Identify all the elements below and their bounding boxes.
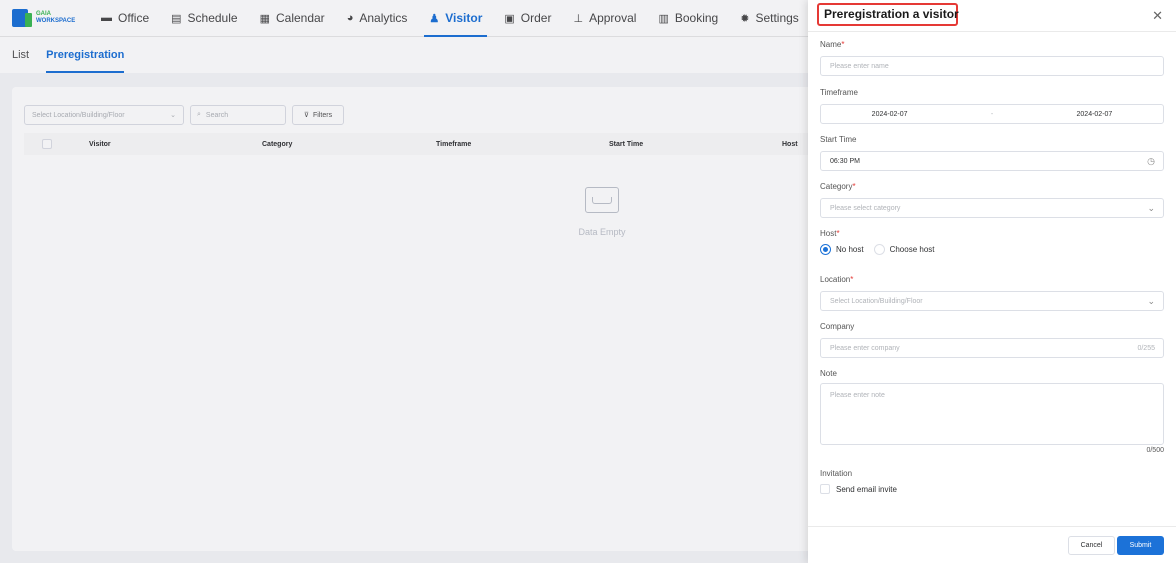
host-radio-group: No host Choose host [820,244,1164,255]
start-time-input[interactable]: 06:30 PM ◷ [820,151,1164,171]
name-input[interactable]: Please enter name [820,56,1164,76]
company-input[interactable]: Please enter company 0/255 [820,338,1164,358]
close-icon[interactable]: ✕ [1152,9,1163,23]
drawer-title: Preregistration a visitor [817,3,959,26]
cancel-button[interactable]: Cancel [1068,536,1115,555]
company-counter: 0/255 [1137,344,1155,352]
start-time-field: Start Time 06:30 PM ◷ [820,135,1164,171]
chevron-down-icon: ⌄ [1147,295,1155,306]
preregistration-drawer: Preregistration a visitor ✕ Name* Please… [808,0,1176,563]
drawer-footer: Cancel Submit [808,526,1176,563]
timeframe-range[interactable]: 2024-02-07 - 2024-02-07 [820,104,1164,124]
category-select[interactable]: Please select category ⌄ [820,198,1164,218]
category-field: Category* Please select category ⌄ [820,182,1164,218]
chevron-down-icon: ⌄ [1147,202,1155,213]
no-host-radio[interactable] [820,244,831,255]
email-invite-option[interactable]: Send email invite [820,484,1164,494]
clock-icon: ◷ [1147,155,1155,166]
invitation-field: Invitation Send email invite [820,469,1164,494]
submit-button[interactable]: Submit [1117,536,1164,555]
location-field: Location* Select Location/Building/Floor… [820,275,1164,311]
host-field: Host* No host Choose host [820,229,1164,255]
modal-overlay[interactable] [0,0,808,563]
timeframe-start[interactable]: 2024-02-07 [872,111,908,118]
timeframe-field: Timeframe 2024-02-07 - 2024-02-07 [820,88,1164,124]
choose-host-radio[interactable] [873,244,885,255]
note-textarea[interactable]: Please enter note [820,383,1164,445]
location-drawer-select[interactable]: Select Location/Building/Floor ⌄ [820,291,1164,311]
note-field: Note Please enter note 0/500 [820,369,1164,454]
drawer-header: Preregistration a visitor ✕ [808,0,1176,32]
note-counter: 0/500 [1146,447,1164,454]
timeframe-end[interactable]: 2024-02-07 [1077,111,1113,118]
company-field: Company Please enter company 0/255 [820,322,1164,358]
name-field: Name* Please enter name [820,40,1164,76]
email-invite-checkbox[interactable] [820,484,830,494]
